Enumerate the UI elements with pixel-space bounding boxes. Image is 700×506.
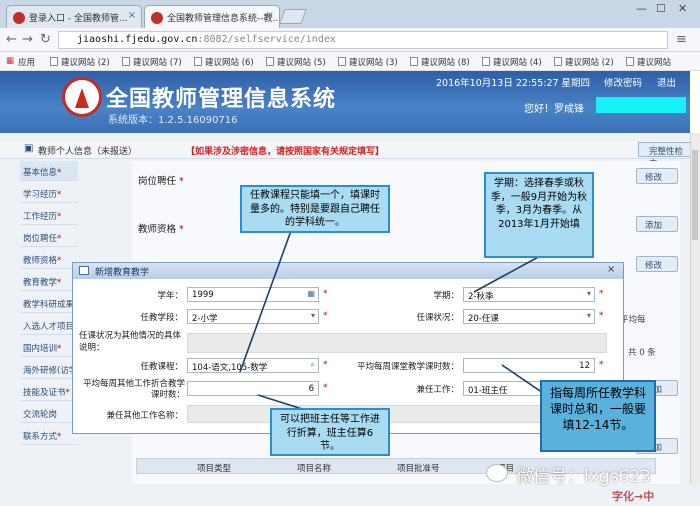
watermark: 微信号：lxgs623 xyxy=(516,467,651,487)
annotation-term: 学期：选择春季或秋季，一般9月开始为秋季，3月为春季。从2013年1月开始填 xyxy=(484,172,594,258)
annotation-course: 任教课程只能填一个，填课时量多的。特别是要跟自己聘任的学科统一。 xyxy=(240,185,390,233)
wechat-icon xyxy=(486,464,508,482)
annotation-other-hours: 可以把班主任等工作进行折算，班主任算6节。 xyxy=(270,408,390,456)
bottom-text: 字化→中 xyxy=(612,490,655,503)
bottom-strip xyxy=(0,484,700,506)
annotation-hours: 指每周所任教学科课时总和，一般要填12-14节。 xyxy=(540,380,656,452)
